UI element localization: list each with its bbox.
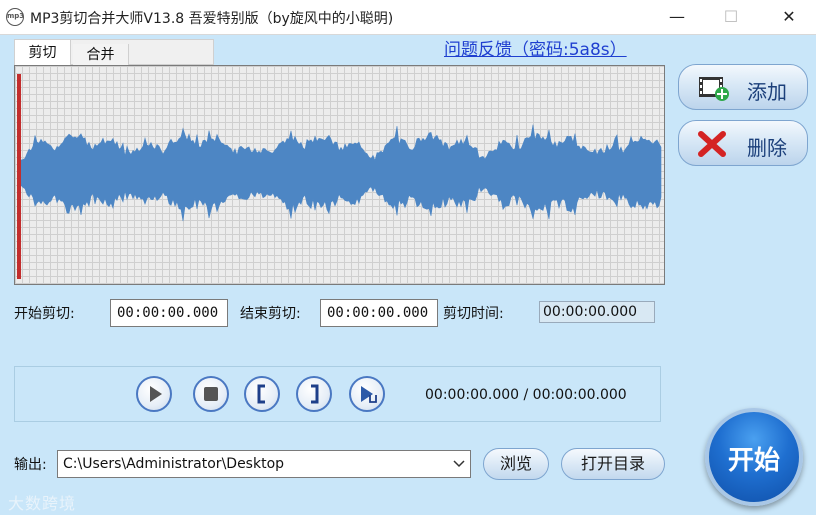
- cut-duration-label: 剪切时间:: [443, 306, 504, 322]
- feedback-link[interactable]: 问题反馈（密码:5a8s）: [444, 35, 627, 60]
- play-icon: [150, 386, 162, 402]
- red-x-icon: [698, 131, 726, 157]
- end-cut-input[interactable]: 00:00:00.000: [320, 299, 438, 327]
- minimize-button[interactable]: —: [654, 0, 700, 34]
- start-button[interactable]: 开始: [705, 408, 803, 506]
- stop-button[interactable]: [193, 376, 229, 412]
- open-directory-button[interactable]: 打开目录: [561, 448, 665, 480]
- delete-button[interactable]: 删除: [678, 120, 808, 166]
- output-path-select[interactable]: C:\Users\Administrator\Desktop: [57, 450, 471, 478]
- chevron-down-icon[interactable]: [452, 457, 466, 471]
- stop-icon: [204, 387, 218, 401]
- delete-button-label: 删除: [747, 136, 787, 160]
- play-button[interactable]: [136, 376, 172, 412]
- waveform: [21, 124, 662, 222]
- end-cut-label: 结束剪切:: [240, 306, 301, 322]
- close-button[interactable]: ✕: [766, 0, 812, 34]
- play-selection-button[interactable]: [349, 376, 385, 412]
- cut-duration-value: 00:00:00.000: [539, 301, 655, 323]
- output-label: 输出:: [14, 457, 47, 473]
- output-path-value: C:\Users\Administrator\Desktop: [63, 456, 285, 472]
- mode-tabs: 剪切 合并: [14, 39, 214, 66]
- start-button-label: 开始: [727, 446, 780, 476]
- right-bracket-icon: [311, 384, 319, 404]
- title-bar: mp3 MP3剪切合并大师V13.8 吾爱特别版（by旋风中的小聪明) — ☐ …: [0, 0, 816, 35]
- left-bracket-icon: [257, 384, 265, 404]
- film-add-icon: [699, 77, 729, 101]
- play-selection-icon: [361, 386, 377, 403]
- mark-start-button[interactable]: [244, 376, 280, 412]
- watermark-logo: 大数跨境: [8, 494, 77, 513]
- tab-merge[interactable]: 合并: [73, 44, 129, 66]
- start-cut-label: 开始剪切:: [14, 306, 75, 322]
- tab-cut[interactable]: 剪切: [15, 40, 71, 66]
- waveform-panel[interactable]: [14, 65, 665, 285]
- start-cut-input[interactable]: 00:00:00.000: [110, 299, 228, 327]
- main-content: 剪切 合并 问题反馈（密码:5a8s） 开始剪切: 00:00:00.000 结…: [0, 35, 816, 515]
- window-title: MP3剪切合并大师V13.8 吾爱特别版（by旋风中的小聪明): [30, 11, 394, 27]
- add-button-label: 添加: [747, 80, 787, 104]
- time-readout: 00:00:00.000 / 00:00:00.000: [425, 387, 627, 403]
- browse-button[interactable]: 浏览: [483, 448, 549, 480]
- app-icon: mp3: [6, 8, 24, 26]
- maximize-button[interactable]: ☐: [708, 0, 754, 34]
- mark-end-button[interactable]: [296, 376, 332, 412]
- add-button[interactable]: 添加: [678, 64, 808, 110]
